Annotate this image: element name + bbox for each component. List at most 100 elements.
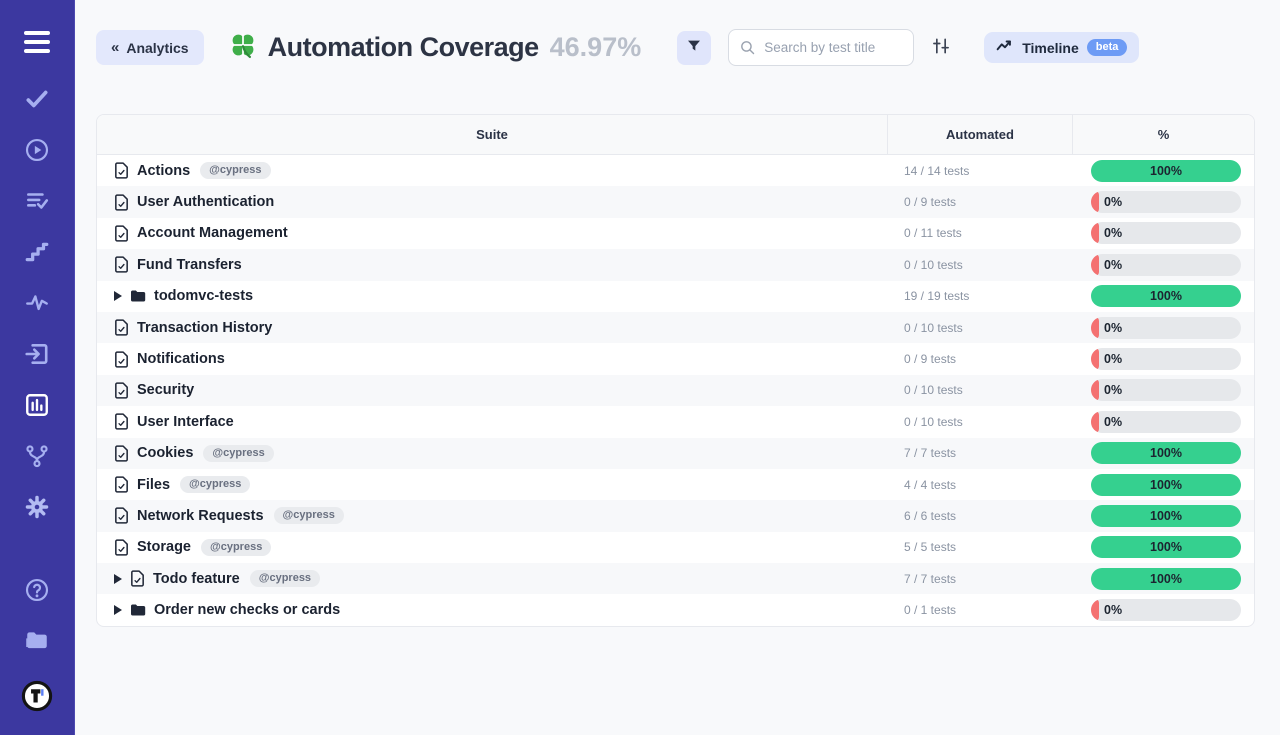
cypress-tag: @cypress [180, 476, 250, 493]
caret-right-icon[interactable] [114, 605, 122, 615]
suite-cell: Todo feature @cypress [97, 570, 887, 587]
automated-count: 0 / 9 tests [887, 352, 1072, 366]
suite-cell: Security [97, 382, 887, 399]
suite-cell: Files @cypress [97, 476, 887, 493]
filter-button[interactable] [677, 31, 711, 65]
percent-cell: 100% [1072, 536, 1254, 558]
suite-name[interactable]: todomvc-tests [154, 288, 253, 304]
table-row[interactable]: Transaction History 0 / 10 tests 0% [97, 312, 1254, 343]
beta-badge: beta [1087, 39, 1128, 56]
percent-cell: 0% [1072, 222, 1254, 244]
suite-name[interactable]: Order new checks or cards [154, 602, 340, 618]
file-icon [114, 225, 129, 242]
table-row[interactable]: User Authentication 0 / 9 tests 0% [97, 186, 1254, 217]
column-header-automated[interactable]: Automated [887, 115, 1072, 154]
cypress-tag: @cypress [200, 162, 270, 179]
caret-right-icon[interactable] [114, 291, 122, 301]
coverage-percent: 0% [1104, 348, 1122, 370]
table-row[interactable]: Todo feature @cypress 7 / 7 tests 100% [97, 563, 1254, 594]
table-row[interactable]: todomvc-tests 19 / 19 tests 100% [97, 281, 1254, 312]
runs-play-icon[interactable] [20, 135, 54, 165]
menu-icon[interactable] [20, 26, 54, 58]
suite-name[interactable]: User Authentication [137, 194, 274, 210]
column-header-percent[interactable]: % [1072, 115, 1254, 154]
suite-name[interactable]: Files [137, 477, 170, 493]
suite-name[interactable]: Network Requests [137, 508, 264, 524]
test-plans-icon[interactable] [20, 186, 54, 216]
main-content: « Analytics Automation Coverage 46.97% [75, 0, 1280, 735]
coverage-bar: 0% [1091, 254, 1241, 276]
file-icon [114, 382, 129, 399]
suite-name[interactable]: Fund Transfers [137, 257, 242, 273]
coverage-bar-fill [1091, 191, 1099, 213]
pulse-icon[interactable] [20, 288, 54, 318]
table-row[interactable]: Account Management 0 / 11 tests 0% [97, 218, 1254, 249]
folder-icon [130, 289, 146, 303]
suite-cell: Network Requests @cypress [97, 507, 887, 524]
table-row[interactable]: Order new checks or cards 0 / 1 tests 0% [97, 594, 1254, 625]
coverage-bar: 100% [1091, 474, 1241, 496]
import-icon[interactable] [20, 339, 54, 369]
suite-name[interactable]: Storage [137, 539, 191, 555]
suite-cell: todomvc-tests [97, 288, 887, 304]
file-icon [114, 445, 129, 462]
timeline-button[interactable]: Timeline beta [984, 32, 1139, 63]
automated-count: 7 / 7 tests [887, 446, 1072, 460]
file-icon [114, 476, 129, 493]
file-icon [114, 319, 129, 336]
coverage-bar: 0% [1091, 411, 1241, 433]
projects-folder-icon[interactable] [20, 625, 54, 655]
coverage-percent: 0% [1104, 222, 1122, 244]
suite-name[interactable]: Actions [137, 163, 190, 179]
sidebar-nav [20, 84, 54, 522]
analytics-bar-chart-icon[interactable] [20, 390, 54, 420]
coverage-bar: 0% [1091, 379, 1241, 401]
help-icon[interactable] [20, 575, 54, 605]
table-row[interactable]: User Interface 0 / 10 tests 0% [97, 406, 1254, 437]
coverage-percent: 100% [1091, 285, 1241, 307]
suite-name[interactable]: Todo feature [153, 571, 240, 587]
coverage-bar: 0% [1091, 599, 1241, 621]
coverage-bar-fill [1091, 222, 1099, 244]
adjustments-button[interactable] [928, 35, 954, 61]
analytics-back-button[interactable]: « Analytics [96, 30, 204, 65]
column-header-suite[interactable]: Suite [97, 115, 887, 154]
caret-right-icon[interactable] [114, 574, 122, 584]
percent-cell: 100% [1072, 160, 1254, 182]
testomat-logo[interactable] [20, 675, 54, 717]
table-row[interactable]: Files @cypress 4 / 4 tests 100% [97, 469, 1254, 500]
table-row[interactable]: Cookies @cypress 7 / 7 tests 100% [97, 438, 1254, 469]
steps-icon[interactable] [20, 237, 54, 267]
table-row[interactable]: Actions @cypress 14 / 14 tests 100% [97, 155, 1254, 186]
suite-name[interactable]: User Interface [137, 414, 234, 430]
suite-name[interactable]: Transaction History [137, 320, 272, 336]
table-row[interactable]: Storage @cypress 5 / 5 tests 100% [97, 532, 1254, 563]
coverage-percent: 0% [1104, 379, 1122, 401]
coverage-bar: 100% [1091, 160, 1241, 182]
suite-cell: Account Management [97, 225, 887, 242]
percent-cell: 0% [1072, 599, 1254, 621]
table-row[interactable]: Notifications 0 / 9 tests 0% [97, 343, 1254, 374]
sidebar-bottom [20, 575, 54, 717]
file-icon [114, 413, 129, 430]
folder-icon [130, 603, 146, 617]
table-row[interactable]: Security 0 / 10 tests 0% [97, 375, 1254, 406]
branch-icon[interactable] [20, 441, 54, 471]
tests-check-icon[interactable] [20, 84, 54, 114]
suite-name[interactable]: Account Management [137, 225, 288, 241]
automated-count: 7 / 7 tests [887, 572, 1072, 586]
settings-gear-icon[interactable] [20, 492, 54, 522]
table-row[interactable]: Fund Transfers 0 / 10 tests 0% [97, 249, 1254, 280]
clover-icon [228, 30, 258, 65]
suite-cell: Storage @cypress [97, 539, 887, 556]
percent-cell: 0% [1072, 254, 1254, 276]
percent-cell: 100% [1072, 285, 1254, 307]
suite-name[interactable]: Cookies [137, 445, 193, 461]
table-row[interactable]: Network Requests @cypress 6 / 6 tests 10… [97, 500, 1254, 531]
suite-name[interactable]: Security [137, 382, 194, 398]
cypress-tag: @cypress [201, 539, 271, 556]
coverage-bar-fill [1091, 348, 1099, 370]
suite-name[interactable]: Notifications [137, 351, 225, 367]
coverage-percent-total: 46.97% [550, 32, 642, 63]
suite-cell: Cookies @cypress [97, 445, 887, 462]
